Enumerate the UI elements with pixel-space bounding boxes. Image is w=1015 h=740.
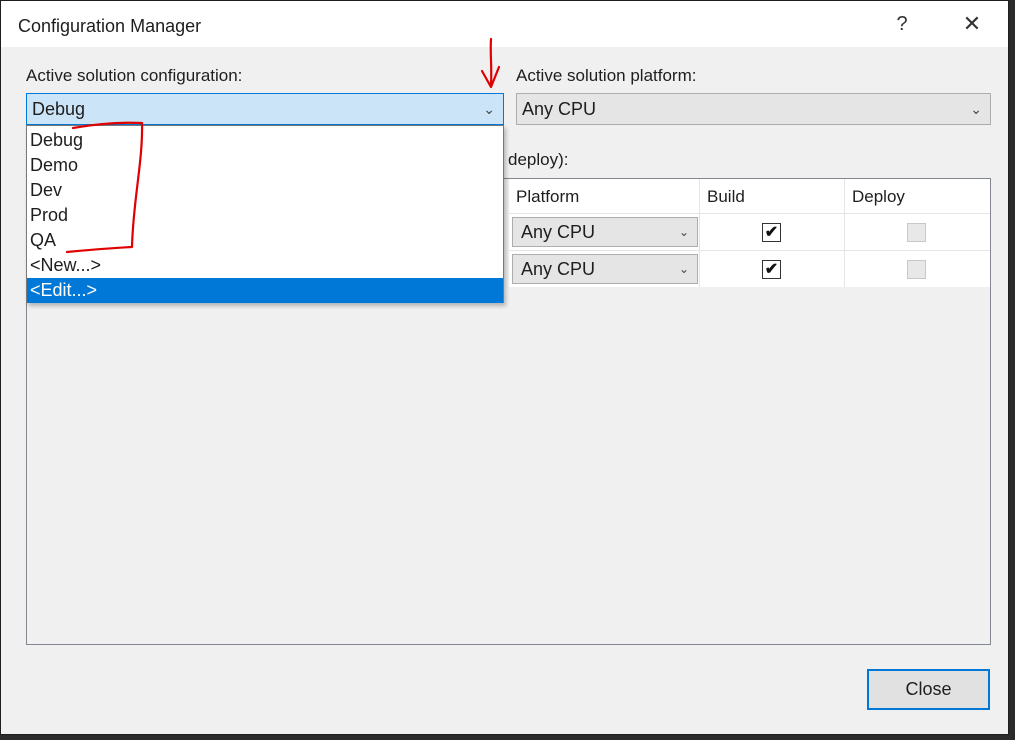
annotation-bracket [65, 121, 144, 254]
configuration-manager-window: Configuration Manager ? ✕ Active solutio… [0, 0, 1009, 735]
red-annotation-marks [65, 37, 501, 254]
annotation-arrow [480, 37, 501, 89]
